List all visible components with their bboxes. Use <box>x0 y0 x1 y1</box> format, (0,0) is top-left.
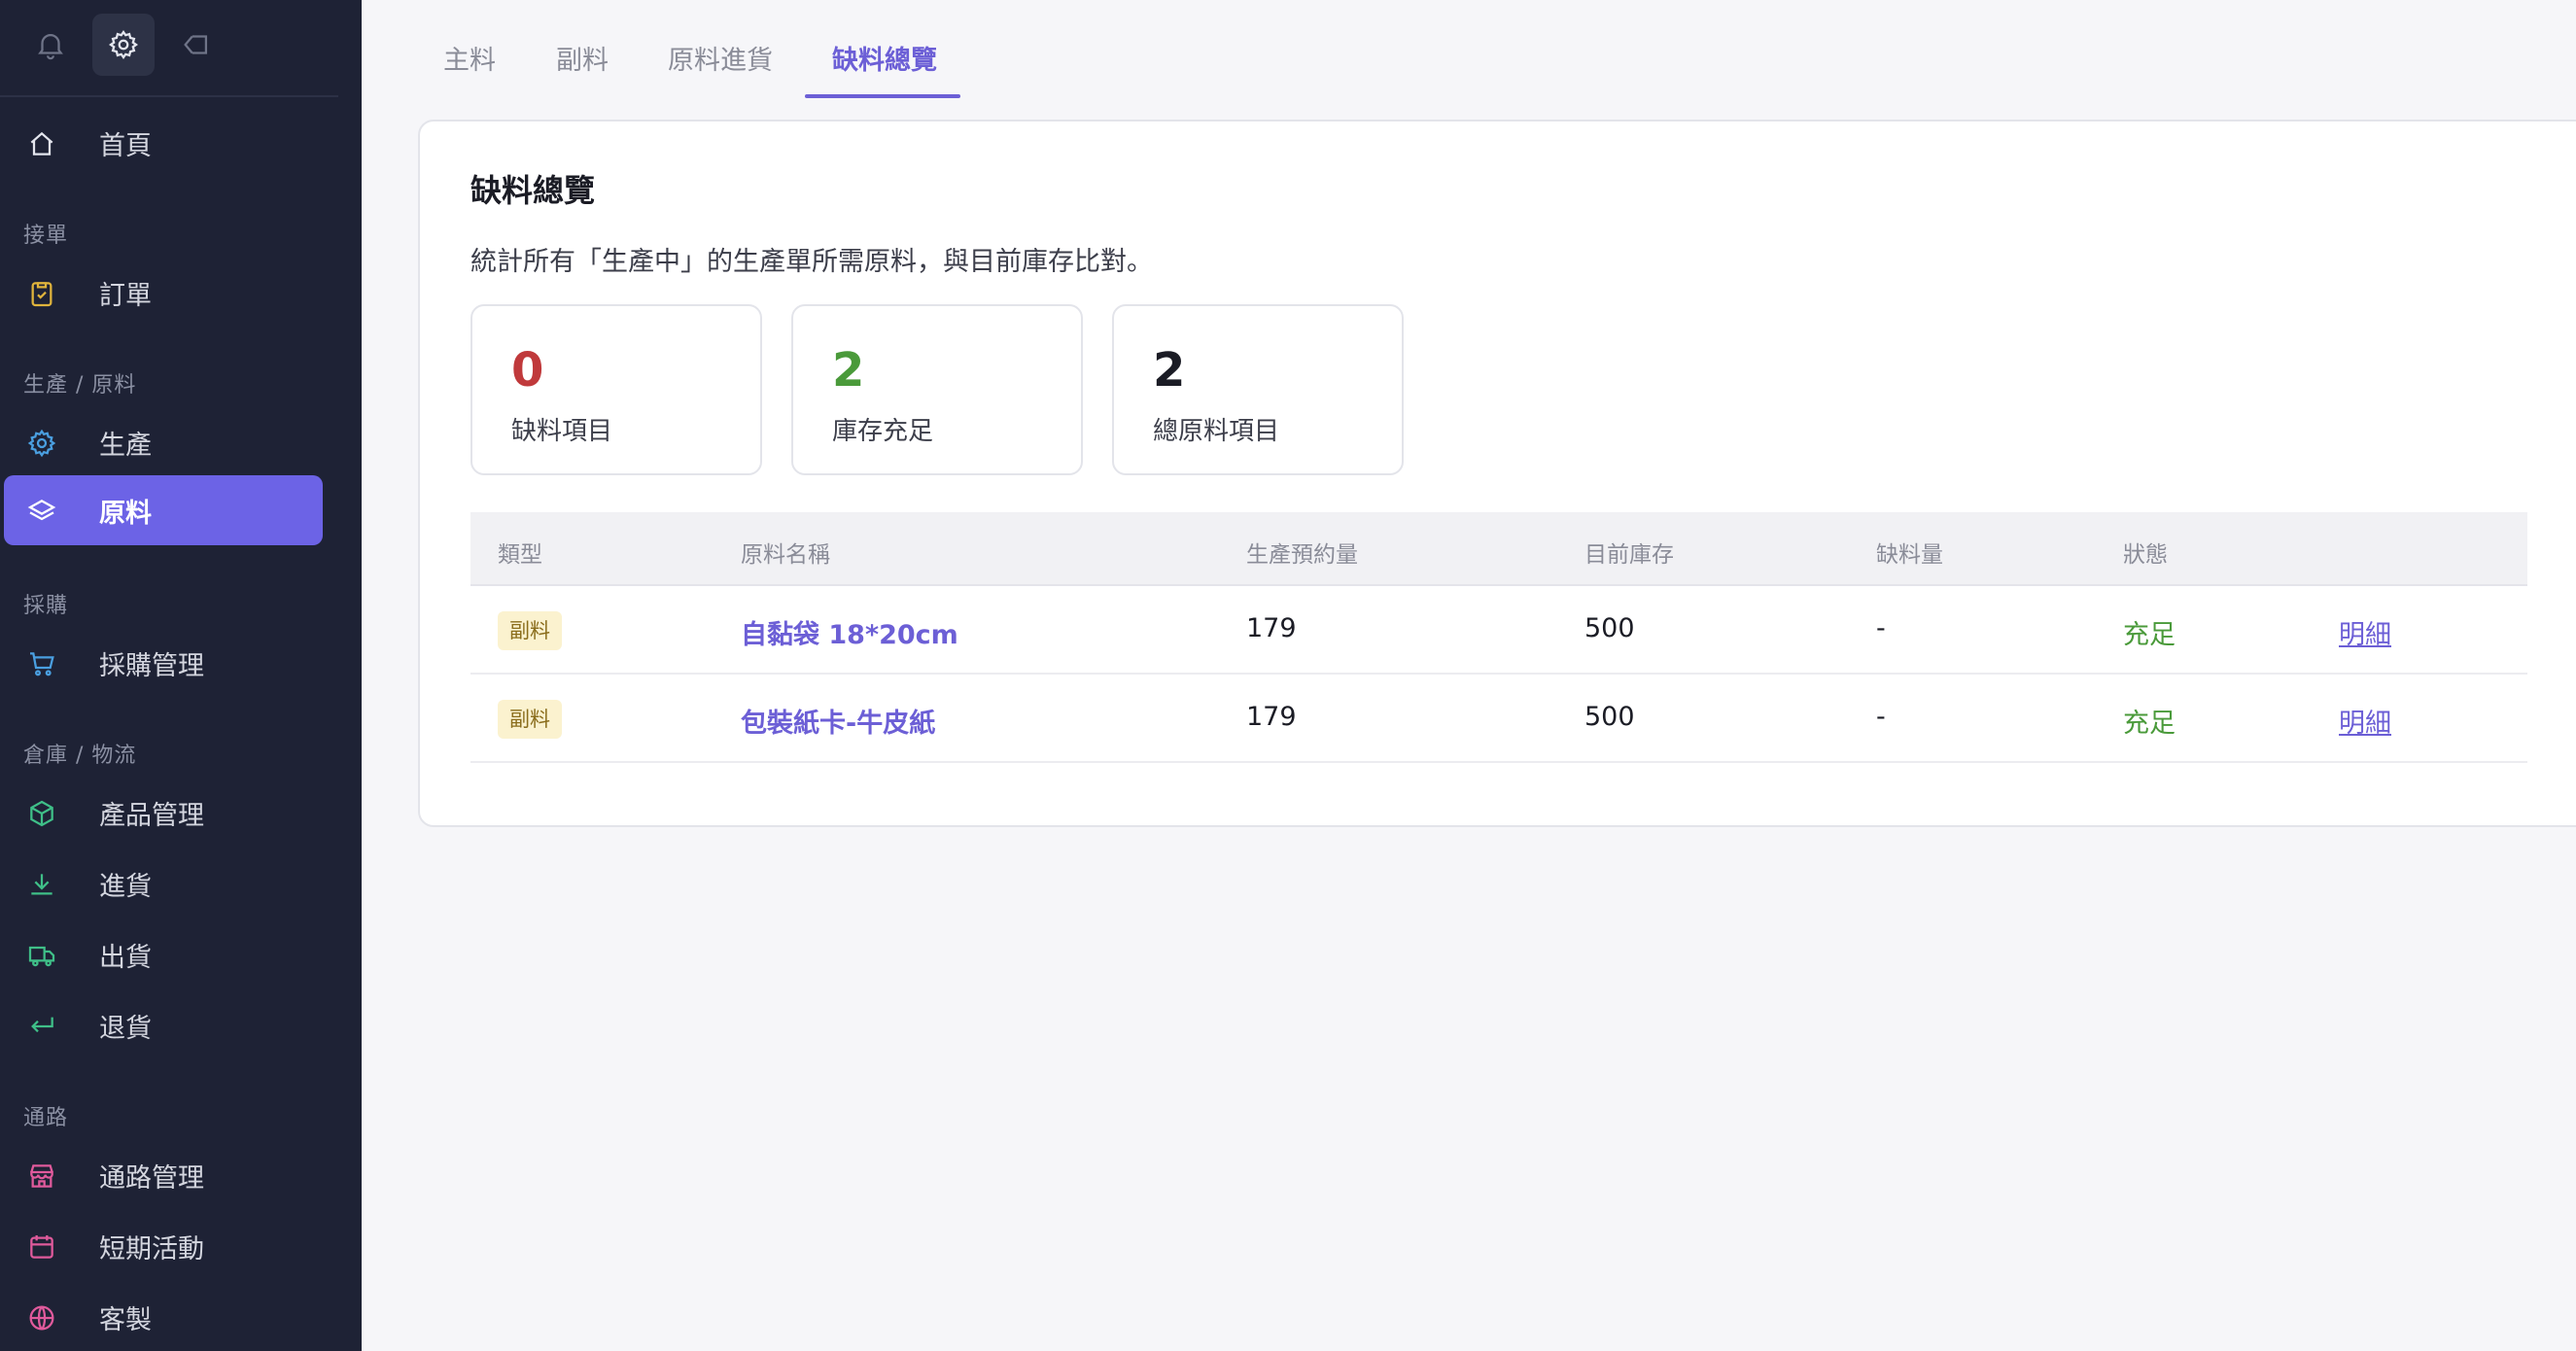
logout-button[interactable] <box>165 14 227 76</box>
store-icon <box>25 1160 58 1193</box>
stat-value: 2 <box>1153 343 1186 398</box>
card-title: 缺料總覽 <box>470 172 596 209</box>
home-icon <box>25 127 58 160</box>
sidebar-topbar <box>0 0 362 95</box>
sidebar-item-label: 退貨 <box>99 1013 152 1044</box>
detail-link[interactable]: 明細 <box>2339 613 2391 651</box>
tab-material-inbound[interactable]: 原料進貨 <box>668 39 773 77</box>
column-header-stock: 目前庫存 <box>1584 542 1674 568</box>
material-name-link[interactable]: 自黏袋 18*20cm <box>741 613 958 651</box>
section-label-orders: 接單 <box>23 224 69 248</box>
gear-icon <box>25 427 58 460</box>
sidebar-item-label: 採購管理 <box>99 650 204 681</box>
sidebar-item-label: 原料 <box>99 498 152 529</box>
type-badge: 副料 <box>498 611 562 650</box>
sidebar-item-label: 短期活動 <box>99 1233 204 1264</box>
sidebar-item-label: 通路管理 <box>99 1162 204 1194</box>
column-header-reserved: 生產預約量 <box>1246 542 1358 568</box>
app-root: 首頁 接單 訂單 生產 / 原料 生產 原料 採購 採購管理 倉庫 / 物流 產… <box>0 0 2576 1351</box>
sidebar-item-products[interactable]: 產品管理 <box>4 778 323 848</box>
stat-label: 缺料項目 <box>511 417 613 446</box>
sidebar-item-label: 進貨 <box>99 871 152 902</box>
sidebar-item-home[interactable]: 首頁 <box>4 108 323 178</box>
sidebar-item-label: 生產 <box>99 430 152 461</box>
settings-button[interactable] <box>92 14 155 76</box>
detail-link[interactable]: 明細 <box>2339 702 2391 740</box>
tab-main-materials[interactable]: 主料 <box>443 39 496 77</box>
stat-label: 庫存充足 <box>832 417 934 446</box>
stat-label: 總原料項目 <box>1153 417 1280 446</box>
reserved-qty: 179 <box>1246 702 1297 732</box>
shortage-qty: - <box>1876 702 1886 732</box>
stat-card-sufficient: 2 庫存充足 <box>791 304 1083 475</box>
globe-icon <box>25 1301 58 1334</box>
status-text: 充足 <box>2123 709 2176 739</box>
sidebar-item-channels[interactable]: 通路管理 <box>4 1140 323 1210</box>
column-header-name: 原料名稱 <box>741 542 830 568</box>
column-header-shortage: 缺料量 <box>1876 542 1943 568</box>
stat-value: 2 <box>832 343 865 398</box>
reserved-qty: 179 <box>1246 613 1297 643</box>
tab-sub-materials[interactable]: 副料 <box>556 39 609 77</box>
shortage-overview-card: 缺料總覽 統計所有「生產中」的生產單所需原料，與目前庫存比對。 0 缺料項目 2… <box>418 120 2576 827</box>
download-icon <box>25 868 58 901</box>
stat-card-shortage: 0 缺料項目 <box>470 304 762 475</box>
column-header-type: 類型 <box>498 542 542 568</box>
table-row: 副料 自黏袋 18*20cm 179 500 - 充足 明細 <box>470 586 2527 675</box>
section-label-purchase: 採購 <box>23 594 69 618</box>
sidebar: 首頁 接單 訂單 生產 / 原料 生產 原料 採購 採購管理 倉庫 / 物流 產… <box>0 0 362 1351</box>
gear-icon <box>108 29 139 60</box>
notifications-button[interactable] <box>19 14 82 76</box>
section-label-channels: 通路 <box>23 1106 69 1130</box>
stock-qty: 500 <box>1584 613 1635 643</box>
bell-icon <box>38 34 63 60</box>
section-label-production: 生產 / 原料 <box>23 373 137 398</box>
sidebar-item-label: 首頁 <box>99 130 152 161</box>
box-icon <box>25 797 58 830</box>
table-header: 類型 原料名稱 生產預約量 目前庫存 缺料量 狀態 <box>470 512 2527 586</box>
sidebar-item-inbound[interactable]: 進貨 <box>4 849 323 918</box>
sidebar-item-orders[interactable]: 訂單 <box>4 258 323 328</box>
clipboard-check-icon <box>25 277 58 310</box>
sidebar-divider <box>0 95 338 97</box>
cart-icon <box>25 647 58 680</box>
calendar-icon <box>25 1230 58 1264</box>
layers-icon <box>25 495 58 528</box>
sidebar-item-returns[interactable]: 退貨 <box>4 990 323 1060</box>
sidebar-item-materials[interactable]: 原料 <box>4 475 323 545</box>
column-header-status: 狀態 <box>2123 542 2168 568</box>
table-row: 副料 包裝紙卡-牛皮紙 179 500 - 充足 明細 <box>470 675 2527 763</box>
section-label-warehouse: 倉庫 / 物流 <box>23 744 137 768</box>
sidebar-item-outbound[interactable]: 出貨 <box>4 919 323 989</box>
sidebar-item-label: 出貨 <box>99 942 152 973</box>
shortage-qty: - <box>1876 613 1886 643</box>
card-description: 統計所有「生產中」的生產單所需原料，與目前庫存比對。 <box>470 247 1153 277</box>
material-name-link[interactable]: 包裝紙卡-牛皮紙 <box>741 702 935 740</box>
sidebar-item-custom[interactable]: 客製 <box>4 1282 323 1351</box>
sidebar-item-purchase[interactable]: 採購管理 <box>4 628 323 698</box>
tab-shortage-overview[interactable]: 缺料總覽 <box>832 39 937 77</box>
tab-bar: 主料 副料 原料進貨 缺料總覽 <box>362 0 2576 99</box>
stat-card-total: 2 總原料項目 <box>1112 304 1404 475</box>
shortage-table: 類型 原料名稱 生產預約量 目前庫存 缺料量 狀態 副料 自黏袋 18*20cm… <box>470 512 2527 763</box>
sidebar-item-production[interactable]: 生產 <box>4 407 323 477</box>
sidebar-item-label: 訂單 <box>99 280 152 311</box>
type-badge: 副料 <box>498 700 562 739</box>
truck-icon <box>25 939 58 972</box>
active-tab-indicator <box>805 94 960 98</box>
main-content: 主料 副料 原料進貨 缺料總覽 缺料總覽 統計所有「生產中」的生產單所需原料，與… <box>362 0 2576 1351</box>
return-icon <box>25 1010 58 1043</box>
sidebar-item-label: 客製 <box>99 1304 152 1335</box>
sidebar-item-events[interactable]: 短期活動 <box>4 1211 323 1281</box>
sidebar-item-label: 產品管理 <box>99 800 204 831</box>
stat-value: 0 <box>511 343 544 398</box>
logout-icon <box>184 35 208 54</box>
status-text: 充足 <box>2123 620 2176 650</box>
stock-qty: 500 <box>1584 702 1635 732</box>
